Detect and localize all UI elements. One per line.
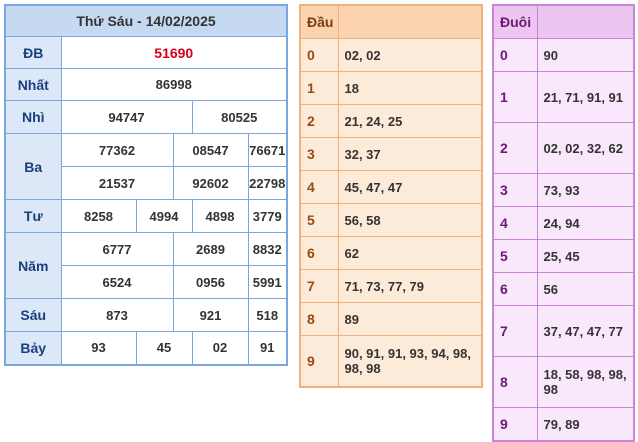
duoi-value: 21, 71, 91, 91 (536, 71, 635, 123)
dau-key: 2 (299, 104, 339, 138)
prize-value-nam-6: 5991 (247, 265, 288, 299)
duoi-key: 3 (492, 173, 538, 207)
prize-value-ba-6: 22798 (247, 166, 288, 200)
prize-value-nam-1: 6777 (60, 232, 174, 266)
dau-value: 71, 73, 77, 79 (337, 269, 483, 303)
duoi-header: Đuôi (492, 4, 538, 39)
duoi-key: 6 (492, 272, 538, 306)
prize-value-nhat: 86998 (60, 68, 288, 101)
dau-key: 9 (299, 335, 339, 388)
prize-value-ba-1: 77362 (60, 133, 174, 167)
duoi-key: 1 (492, 71, 538, 123)
prize-value-bay-4: 91 (247, 331, 288, 365)
duoi-value: 73, 93 (536, 173, 635, 207)
prize-value-tu-4: 3779 (247, 199, 288, 233)
prize-label-tu: Tư (4, 199, 62, 233)
dau-key: 8 (299, 302, 339, 336)
prize-value-nam-3: 8832 (247, 232, 288, 266)
prize-label-db: ĐB (4, 36, 62, 69)
prize-value-nam-2: 2689 (172, 232, 249, 266)
prize-label-sau: Sáu (4, 298, 62, 332)
prize-value-bay-1: 93 (60, 331, 137, 365)
duoi-value: 25, 45 (536, 239, 635, 273)
duoi-key: 5 (492, 239, 538, 273)
prize-label-bay: Bảy (4, 331, 62, 365)
dau-header: Đầu (299, 4, 339, 39)
prize-value-ba-2: 08547 (172, 133, 249, 167)
duoi-value: 56 (536, 272, 635, 306)
duoi-key: 8 (492, 356, 538, 408)
dau-key: 3 (299, 137, 339, 171)
prize-value-db: 51690 (60, 36, 288, 69)
results-title: Thứ Sáu - 14/02/2025 (4, 4, 288, 37)
duoi-value: 90 (536, 38, 635, 72)
prize-value-nam-5: 0956 (172, 265, 249, 299)
dau-key: 1 (299, 71, 339, 105)
prize-value-bay-3: 02 (191, 331, 249, 365)
prize-value-ba-4: 21537 (60, 166, 174, 200)
prize-value-sau-1: 873 (60, 298, 174, 332)
dau-value: 18 (337, 71, 483, 105)
dau-header-blank (337, 4, 483, 39)
duoi-value: 18, 58, 98, 98, 98 (536, 356, 635, 408)
prize-value-nhi-2: 80525 (191, 100, 288, 134)
dau-value: 89 (337, 302, 483, 336)
prize-value-ba-5: 92602 (172, 166, 249, 200)
dau-value: 02, 02 (337, 38, 483, 72)
prize-label-nhat: Nhất (4, 68, 62, 101)
duoi-table: Đuôi 0 90 1 21, 71, 91, 91 2 02, 02, 32, 62… (492, 4, 635, 442)
duoi-value: 02, 02, 32, 62 (536, 122, 635, 174)
prize-value-nhi-1: 94747 (60, 100, 193, 134)
results-table: Thứ Sáu - 14/02/2025 ĐB 51690 Nhất 86998… (4, 4, 288, 366)
dau-key: 7 (299, 269, 339, 303)
prize-value-tu-3: 4898 (191, 199, 249, 233)
duoi-value: 37, 47, 47, 77 (536, 305, 635, 357)
duoi-value: 24, 94 (536, 206, 635, 240)
dau-value: 90, 91, 91, 93, 94, 98, 98, 98 (337, 335, 483, 388)
prize-value-sau-3: 518 (247, 298, 288, 332)
prize-label-ba: Ba (4, 133, 62, 200)
dau-key: 6 (299, 236, 339, 270)
prize-value-sau-2: 921 (172, 298, 249, 332)
prize-value-bay-2: 45 (135, 331, 193, 365)
dau-value: 56, 58 (337, 203, 483, 237)
prize-value-tu-2: 4994 (135, 199, 193, 233)
duoi-key: 4 (492, 206, 538, 240)
prize-label-nhi: Nhì (4, 100, 62, 134)
duoi-key: 0 (492, 38, 538, 72)
prize-value-ba-3: 76671 (247, 133, 288, 167)
dau-value: 62 (337, 236, 483, 270)
dau-key: 5 (299, 203, 339, 237)
dau-value: 32, 37 (337, 137, 483, 171)
prize-value-tu-1: 8258 (60, 199, 137, 233)
prize-value-nam-4: 6524 (60, 265, 174, 299)
dau-value: 21, 24, 25 (337, 104, 483, 138)
dau-key: 0 (299, 38, 339, 72)
dau-key: 4 (299, 170, 339, 204)
dau-value: 45, 47, 47 (337, 170, 483, 204)
dau-table: Đầu 0 02, 02 1 18 2 21, 24, 25 3 32, 37 4 45,… (299, 4, 483, 388)
prize-label-nam: Năm (4, 232, 62, 299)
duoi-key: 7 (492, 305, 538, 357)
duoi-key: 2 (492, 122, 538, 174)
duoi-header-blank (536, 4, 635, 39)
